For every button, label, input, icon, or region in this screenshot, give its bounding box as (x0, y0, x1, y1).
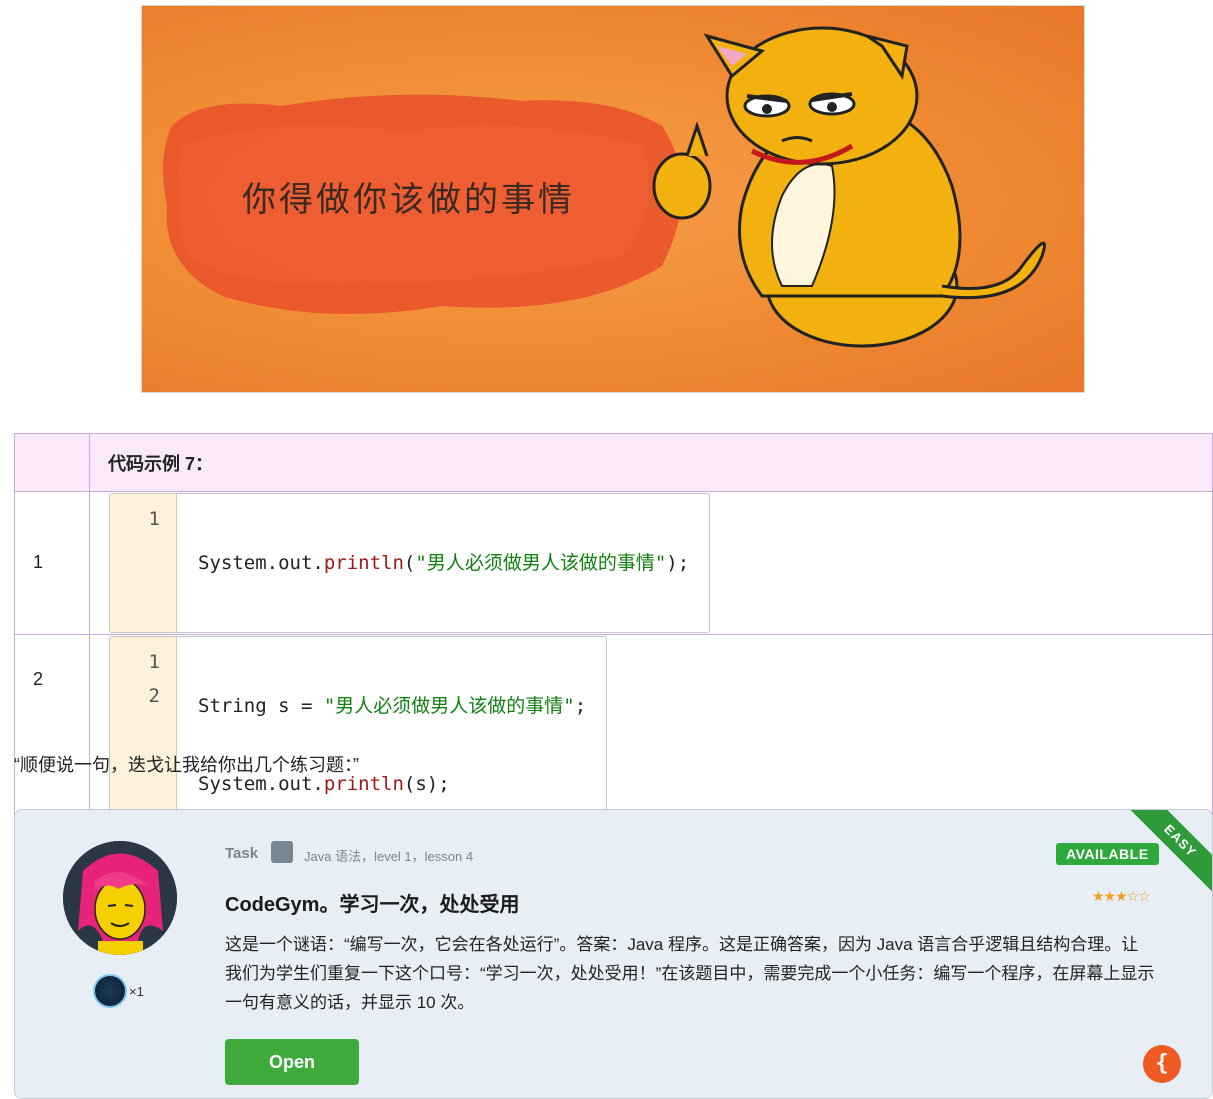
table-row: 1 1 System.out.println("男人必须做男人该做的事情"); (14, 491, 1213, 635)
avatar (63, 841, 177, 955)
avatar-illustration (63, 841, 177, 955)
codegym-logo-icon[interactable]: { (1143, 1045, 1181, 1083)
code-token: ( (403, 552, 416, 574)
table-header: 代码示例 7： (89, 433, 1213, 492)
code-token: "男人必须做男人该做的事情" (323, 695, 575, 717)
document-icon (271, 841, 293, 863)
code-cell: 1 System.out.println("男人必须做男人该做的事情"); (89, 491, 1213, 635)
achievement-badge-icon (93, 974, 127, 1008)
line-number: 1 (148, 508, 160, 530)
open-task-button[interactable]: Open (225, 1039, 359, 1085)
task-description: 这是一个谜语：“编写一次，它会在各处运行”。答案：Java 程序。这是正确答案，… (225, 935, 1155, 1012)
header-num-cell (14, 433, 90, 492)
task-title[interactable]: CodeGym。学习一次，处处受用 (225, 888, 519, 917)
task-label: Task (225, 845, 259, 862)
status-badge: AVAILABLE (1056, 843, 1159, 865)
breadcrumb[interactable]: Java 语法，level 1，lesson 4 (304, 846, 473, 865)
code-token: println (323, 552, 404, 574)
intro-paragraph: “顺便说一句，迭戈让我给你出几个练习题：” (14, 755, 359, 775)
code-line: String s = "男人必须做男人该做的事情"; (198, 689, 586, 723)
line-number: 1 (148, 651, 160, 673)
code-token: String s = (198, 695, 324, 717)
line-number: 2 (148, 685, 160, 707)
row-number: 1 (14, 491, 90, 635)
code-lines: System.out.println("男人必须做男人该做的事情"); (177, 494, 709, 632)
code-token: ; (574, 695, 587, 717)
table-header-row: 代码示例 7： (14, 433, 1213, 492)
banner-caption: 你得做你该做的事情 (242, 180, 575, 220)
rating-stars-icon: ★★★☆☆ (1092, 888, 1151, 904)
badge-count: ×1 (129, 984, 144, 999)
code-block[interactable]: 1 System.out.println("男人必须做男人该做的事情"); (109, 493, 711, 633)
code-token: ); (666, 552, 690, 574)
code-example-table: 代码示例 7： 1 1 System.out.println("男人必须做男人该… (14, 433, 1213, 856)
line-numbers: 1 (110, 494, 177, 632)
cat-illustration (652, 26, 1046, 348)
task-card: ×1 Task Java 语法，level 1，lesson 4 AVAILAB… (14, 809, 1213, 1099)
code-token: "男人必须做男人该做的事情" (415, 552, 667, 574)
lesson-banner-image: 你得做你该做的事情 (141, 5, 1085, 393)
code-token: (s); (403, 773, 450, 795)
code-token: System.out. (198, 552, 324, 574)
code-line: System.out.println("男人必须做男人该做的事情"); (198, 546, 689, 580)
